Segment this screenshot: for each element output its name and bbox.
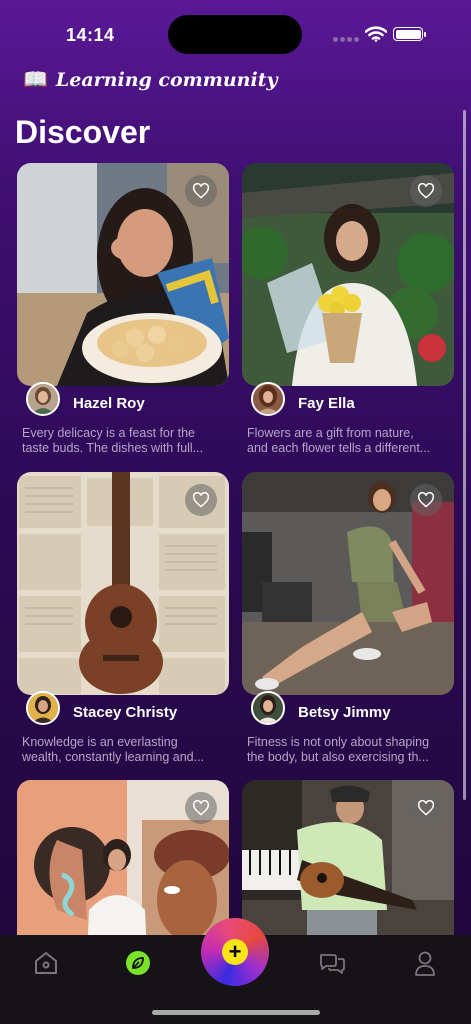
battery-icon xyxy=(393,27,426,41)
community-header: 📖 Learning community xyxy=(23,67,278,92)
like-button[interactable] xyxy=(185,484,217,516)
post-photo[interactable] xyxy=(17,163,229,386)
chat-icon xyxy=(320,954,345,974)
heart-icon xyxy=(417,800,435,816)
wifi-icon xyxy=(365,26,387,42)
avatar[interactable] xyxy=(251,382,285,416)
author-name[interactable]: Fay Ella xyxy=(298,395,355,412)
heart-icon xyxy=(417,492,435,508)
status-bar: 14:14 xyxy=(0,0,471,70)
like-button[interactable] xyxy=(185,175,217,207)
like-button[interactable] xyxy=(410,792,442,824)
dynamic-island xyxy=(168,15,302,54)
profile-icon xyxy=(415,951,435,976)
heart-icon xyxy=(192,492,210,508)
book-icon: 📖 xyxy=(23,69,48,91)
post-photo[interactable] xyxy=(242,163,454,386)
tab-profile[interactable] xyxy=(410,948,440,978)
scrollbar[interactable] xyxy=(463,110,466,800)
avatar[interactable] xyxy=(26,691,60,725)
post-photo[interactable] xyxy=(17,472,229,695)
author-name[interactable]: Hazel Roy xyxy=(73,395,145,412)
leaf-icon xyxy=(126,951,150,975)
post-description: Flowers are a gift from nature, and each… xyxy=(247,426,431,455)
heart-icon xyxy=(417,183,435,199)
post-description: Fitness is not only about shaping the bo… xyxy=(247,735,430,764)
like-button[interactable] xyxy=(410,484,442,516)
author-name[interactable]: Betsy Jimmy xyxy=(298,704,391,721)
tab-messages[interactable] xyxy=(317,948,347,978)
home-indicator[interactable] xyxy=(152,1010,320,1015)
tab-community[interactable] xyxy=(123,948,153,978)
like-button[interactable] xyxy=(185,792,217,824)
page-title: Discover xyxy=(15,114,151,150)
status-time: 14:14 xyxy=(66,25,115,45)
home-icon xyxy=(35,952,57,974)
like-button[interactable] xyxy=(410,175,442,207)
heart-icon xyxy=(192,800,210,816)
cellular-signal-icon xyxy=(333,37,359,42)
post-photo[interactable] xyxy=(242,472,454,695)
author-name[interactable]: Stacey Christy xyxy=(73,704,177,721)
post-description: Knowledge is an everlasting wealth, cons… xyxy=(22,735,205,764)
community-label: Learning community xyxy=(55,68,278,91)
avatar[interactable] xyxy=(26,382,60,416)
post-description: Every delicacy is a feast for the taste … xyxy=(22,426,204,455)
avatar[interactable] xyxy=(251,691,285,725)
create-post-button[interactable]: + xyxy=(201,918,269,986)
tab-home[interactable] xyxy=(31,948,61,978)
heart-icon xyxy=(192,183,210,199)
add-icon: + xyxy=(222,939,248,965)
